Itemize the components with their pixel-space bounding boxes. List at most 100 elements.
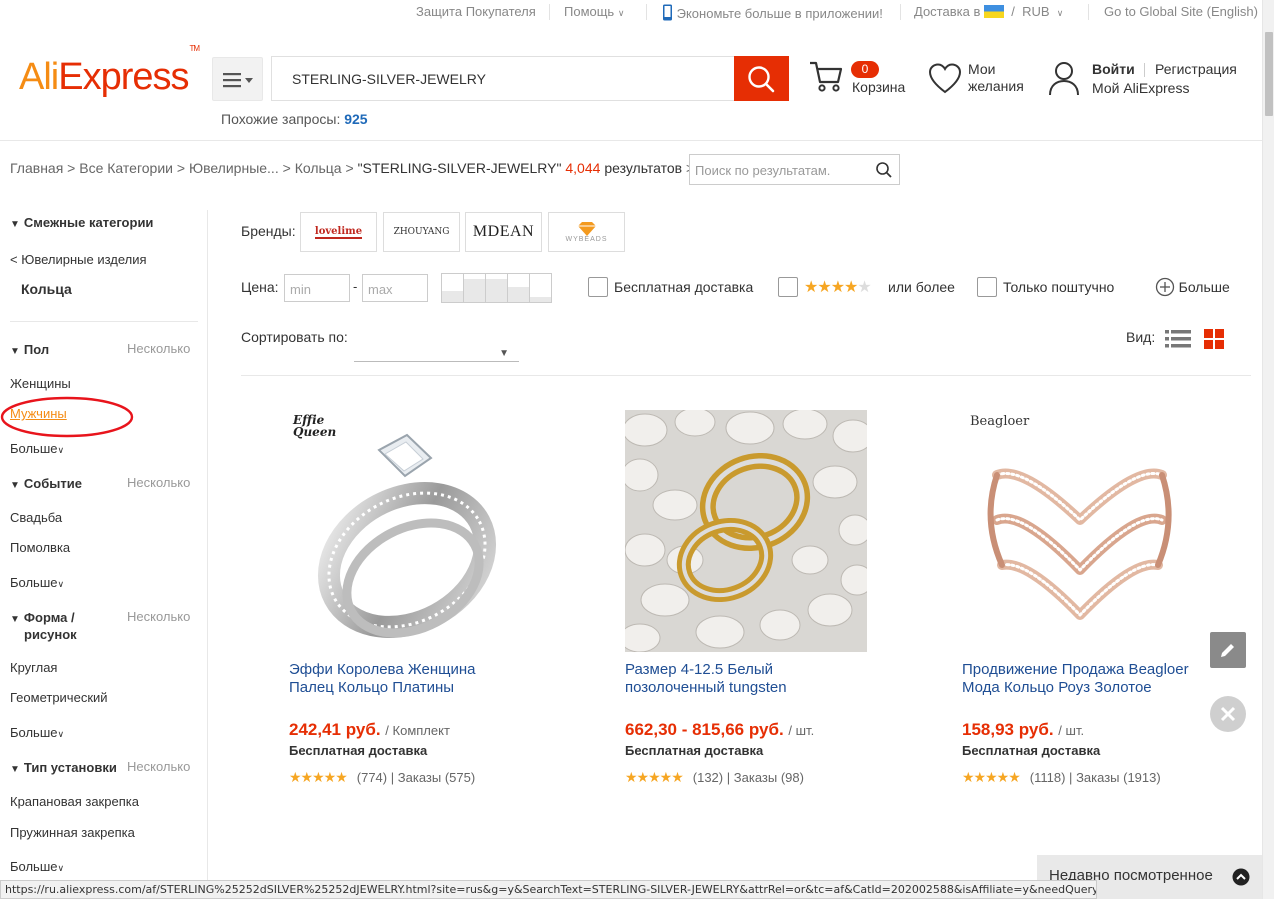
brand-logo-lovelime[interactable]: lovelime [300,212,377,252]
categories-menu-button[interactable] [212,57,263,101]
brand-logo-zhouyang[interactable]: ZHOUYANG [383,212,460,252]
global-site-link[interactable]: Go to Global Site (English) [1104,4,1258,19]
my-aliexpress-link[interactable]: Мой AliExpress [1092,80,1189,96]
filter-item-geometric[interactable]: Геометрический [10,690,108,705]
help-menu[interactable]: Помощь ∨ [564,4,624,19]
close-floating-button[interactable] [1210,696,1246,732]
grid-view-icon[interactable] [1204,329,1225,350]
ship-to-selector[interactable]: Доставка в / RUB ∨ [914,4,1063,19]
brand-logo-wybeads[interactable]: WYBEADS [548,212,625,252]
search-input[interactable]: STERLING-SILVER-JEWELRY [271,56,735,101]
divider [1088,4,1089,20]
buyer-protection-link[interactable]: Защита Покупателя [416,4,536,19]
similar-queries[interactable]: Похожие запросы: 925 [221,111,368,127]
effie-queen-logo-line2: Queen [293,425,337,439]
product-image[interactable] [625,410,867,652]
filter-item-engagement[interactable]: Помолвка [10,540,70,555]
product-title[interactable]: Размер 4-12.5 Белый позолоченный tungsten [625,661,873,697]
product-image[interactable]: Effie Queen [289,410,531,652]
price-value: 158,93 руб. [962,720,1054,739]
list-view-icon[interactable] [1165,329,1191,349]
filter-item-round[interactable]: Круглая [10,660,57,675]
filter-item-prong-setting[interactable]: Крапановая закрепка [10,794,139,809]
ship-to-label: Доставка в [914,4,981,19]
breadcrumb-home[interactable]: Главная [10,160,63,176]
chevron-down-icon: ∨ [617,8,625,18]
breadcrumb-jewelry[interactable]: Ювелирные... [189,160,279,176]
register-link[interactable]: Регистрация [1155,61,1237,77]
browser-status-bar: https://ru.aliexpress.com/af/STERLING%25… [0,880,1097,899]
filter-item-women[interactable]: Женщины [10,376,71,391]
breadcrumb-rings[interactable]: Кольца [295,160,342,176]
filter-group-event[interactable]: ▼ Событие [10,476,82,491]
order-count[interactable]: Заказы (575) [398,770,475,785]
parent-category-link[interactable]: < Ювелирные изделия [10,252,147,267]
review-count[interactable]: (1118) [1030,770,1066,785]
more-event-link[interactable]: Больше∨ [10,575,64,590]
review-count[interactable]: (774) [357,770,387,785]
app-promo-link[interactable]: Экономьте больше в приложении! [662,4,883,21]
user-icon [1049,62,1079,96]
filter-group-setting[interactable]: ▼ Тип установки [10,760,117,775]
filter-group-shape[interactable]: ▼ Форма / [10,610,75,625]
product-title[interactable]: Эффи Королева Женщина Палец Кольцо Платин… [289,661,537,697]
more-gender-link[interactable]: Больше∨ [10,441,64,456]
product-title-line2: позолоченный tungsten [625,679,787,696]
feedback-button[interactable] [1210,632,1246,668]
more-filters-button[interactable]: Больше [1155,277,1230,297]
rose-gold-ring-picture [987,468,1172,620]
product-shipping: Бесплатная доставка [289,743,428,758]
aliexpress-logo[interactable]: AliExpressTM [19,44,200,99]
sort-dropdown[interactable]: ▼ [354,330,519,362]
price-max-input[interactable]: max [362,274,428,302]
free-shipping-checkbox[interactable] [588,277,608,297]
review-count[interactable]: (132) [693,770,723,785]
more-shape-link[interactable]: Больше∨ [10,725,64,740]
filter-group-title: Форма / [23,610,75,625]
wishlist-label-line1: Мои [968,61,996,77]
rating-filter-checkbox[interactable] [778,277,798,297]
cart-button[interactable]: 0 Корзина [808,58,908,98]
filter-item-tension-setting[interactable]: Пружинная закрепка [10,825,135,840]
product-rating: ★★★★★ (1118) | Заказы (1913) [962,769,1161,786]
scrollbar-thumb[interactable] [1265,32,1273,116]
brand-logo-mdean[interactable]: MDEAN [465,212,542,252]
wishlist-button[interactable]: Мои желания [928,61,1028,97]
page-scrollbar[interactable] [1262,0,1274,899]
more-setting-link[interactable]: Больше∨ [10,859,64,874]
triangle-down-icon: ▼ [10,219,20,230]
cart-label: Корзина [852,79,906,95]
filter-group-gender[interactable]: ▼ Пол [10,342,49,357]
price-min-input[interactable]: min [284,274,350,302]
product-image[interactable]: Beagloer [962,410,1204,652]
price-histogram[interactable] [441,273,552,303]
search-icon[interactable] [875,161,893,179]
brand-name: ZHOUYANG [393,227,450,237]
filter-item-wedding[interactable]: Свадьба [10,510,62,525]
filter-group-title-line2: рисунок [24,627,77,642]
chevron-down-icon: ∨ [57,729,65,739]
triangle-down-icon: ▼ [10,346,20,357]
status-url: https://ru.aliexpress.com/af/STERLING%25… [5,883,1096,896]
search-button[interactable] [734,56,789,101]
product-title-line1: Размер 4-12.5 Белый [625,661,774,678]
order-count[interactable]: Заказы (1913) [1076,770,1161,785]
brand-name: WYBEADS [565,235,608,243]
product-title-line2: Мода Кольцо Роуз Золотое [962,679,1152,696]
multi-select-note: Несколько [127,341,191,356]
currency-label: RUB [1022,4,1050,19]
product-title[interactable]: Продвижение Продажа Beagloer Мода Кольцо … [962,661,1210,697]
brand-name: MDEAN [472,223,535,240]
search-within-results-input[interactable]: Поиск по результатам. [689,154,900,185]
related-categories-heading[interactable]: ▼ Смежные категории [10,215,153,230]
breadcrumb: Главная > Все Категории > Ювелирные... >… [10,160,694,176]
triangle-down-icon: ▼ [499,348,509,359]
price-dash: - [353,279,358,294]
results-label: результатов [604,160,683,176]
single-only-checkbox[interactable] [977,277,997,297]
order-count[interactable]: Заказы (98) [734,770,804,785]
star-rating-icon: ★★★★★ [289,769,348,785]
logo-trademark: TM [189,44,201,54]
sign-in-link[interactable]: Войти [1092,61,1135,77]
breadcrumb-all-categories[interactable]: Все Категории [79,160,173,176]
